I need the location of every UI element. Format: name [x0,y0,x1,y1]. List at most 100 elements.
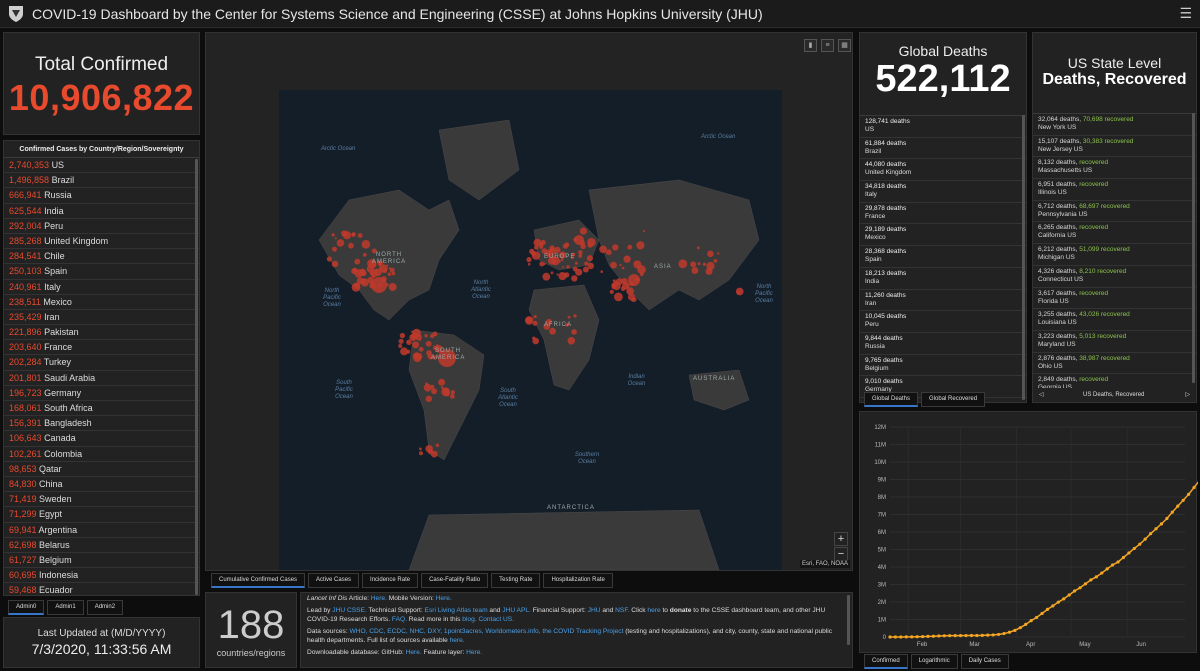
case-bubble[interactable] [398,344,403,348]
case-bubble[interactable] [633,261,636,264]
case-bubble[interactable] [534,245,539,250]
country-row[interactable]: 250,103 Spain [4,264,199,280]
case-bubble[interactable] [586,255,593,262]
zoom-out-button[interactable]: − [834,547,848,561]
data-point[interactable] [1165,516,1169,521]
case-bubble[interactable] [599,245,607,254]
esri-link[interactable]: Esri Living Atlas team [425,607,488,614]
tab-global-deaths[interactable]: Global Deaths [864,392,919,407]
country-row[interactable]: 168,061 South Africa [4,401,199,417]
deaths-row[interactable]: 9,844 deaths Russia [860,333,1026,355]
case-bubble[interactable] [642,230,645,233]
deaths-row[interactable]: 44,080 deaths United Kingdom [860,159,1026,182]
case-bubble[interactable] [614,292,623,302]
data-point[interactable] [1100,571,1104,575]
data-point[interactable] [986,633,990,637]
jhu-link[interactable]: JHU [588,607,601,614]
case-bubble[interactable] [621,278,628,285]
country-row[interactable]: 221,896 Pakistan [4,325,199,341]
data-point[interactable] [1138,542,1142,546]
case-bubble[interactable] [542,272,551,281]
case-bubble[interactable] [331,233,335,237]
data-point[interactable] [899,635,903,639]
case-bubble[interactable] [612,279,616,283]
tab-testing-rate[interactable]: Testing Rate [491,573,541,588]
country-row[interactable]: 156,391 Bangladesh [4,416,199,432]
country-row[interactable]: 61,727 Belgium [4,553,199,569]
country-list-scrollbar[interactable] [195,159,198,595]
data-point[interactable] [1018,626,1022,630]
tab-logarithmic[interactable]: Logarithmic [910,654,958,669]
us-state-row[interactable]: 2,876 deaths, 38,987 recovered Ohio US [1033,353,1196,375]
case-bubble[interactable] [584,261,589,266]
case-bubble[interactable] [690,261,697,268]
country-row[interactable]: 102,261 Colombia [4,447,199,462]
data-point[interactable] [937,634,941,638]
case-bubble[interactable] [631,297,637,302]
country-row[interactable]: 2,740,353 US [4,158,199,174]
us-state-row[interactable]: 6,712 deaths, 68,697 recovered Pennsylvan… [1033,201,1196,223]
case-bubble[interactable] [550,271,554,275]
us-state-row[interactable]: 3,223 deaths, 5,013 recovered Maryland US [1033,331,1196,353]
case-bubble[interactable] [567,315,571,319]
case-bubble[interactable] [579,253,582,256]
data-point[interactable] [1154,527,1158,531]
data-point[interactable] [1159,522,1164,526]
data-point[interactable] [1062,597,1066,601]
country-row[interactable]: 203,640 France [4,340,199,356]
data-point[interactable] [948,634,952,638]
case-bubble[interactable] [539,244,544,249]
case-bubble[interactable] [431,388,438,395]
tab-confirmed[interactable]: Confirmed [864,654,908,669]
deaths-row[interactable]: 11,260 deaths Iran [860,290,1026,312]
case-bubble[interactable] [612,244,619,251]
tab-active-cases[interactable]: Active Cases [308,573,360,588]
data-point[interactable] [1192,485,1196,490]
country-row[interactable]: 62,698 Belarus [4,538,199,553]
case-bubble[interactable] [370,271,374,276]
case-bubble[interactable] [572,266,578,272]
us-state-row[interactable]: 6,265 deaths, recovered California US [1033,222,1196,245]
case-bubble[interactable] [571,329,577,335]
data-point[interactable] [1111,563,1115,567]
case-bubble[interactable] [371,277,387,293]
case-bubble[interactable] [443,387,450,394]
country-row[interactable]: 71,299 Egypt [4,507,199,523]
case-bubble[interactable] [354,258,361,265]
deaths-row[interactable]: 34,818 deaths Italy [860,181,1026,203]
country-row[interactable]: 235,429 Iran [4,310,199,326]
country-row[interactable]: 1,496,858 Brazil [4,173,199,189]
data-point[interactable] [1149,532,1153,536]
zoom-in-button[interactable]: + [834,532,848,546]
case-bubble[interactable] [611,282,617,288]
case-bubble[interactable] [533,252,536,256]
tab-case-fatality[interactable]: Case-Fatality Ratio [421,573,489,588]
case-bubble[interactable] [600,270,603,273]
country-row[interactable]: 285,268 United Kingdom [4,234,199,250]
country-row[interactable]: 284,541 Chile [4,249,199,265]
github-link[interactable]: Here. [406,649,422,656]
case-bubble[interactable] [633,260,642,269]
case-bubble[interactable] [540,239,546,246]
country-row[interactable]: 625,544 India [4,204,199,219]
case-bubble[interactable] [539,261,545,267]
data-point[interactable] [975,633,979,638]
deaths-row[interactable]: 29,878 deaths France [860,203,1026,225]
data-point[interactable] [958,633,963,638]
case-bubble[interactable] [441,386,444,389]
case-bubble[interactable] [361,240,371,249]
country-row[interactable]: 666,941 Russia [4,188,199,204]
country-row[interactable]: 98,653 Qatar [4,462,199,477]
case-bubble[interactable] [574,261,578,265]
data-point[interactable] [942,634,946,638]
case-bubble[interactable] [425,340,432,347]
data-point[interactable] [1013,628,1017,632]
country-row[interactable]: 106,643 Canada [4,431,199,447]
case-bubble[interactable] [605,249,612,256]
case-bubble[interactable] [326,256,332,262]
data-point[interactable] [1007,630,1012,634]
data-point[interactable] [1040,611,1044,616]
case-bubble[interactable] [621,266,625,270]
deaths-row[interactable]: 28,368 deaths Spain [860,246,1026,268]
case-bubble[interactable] [355,285,359,289]
